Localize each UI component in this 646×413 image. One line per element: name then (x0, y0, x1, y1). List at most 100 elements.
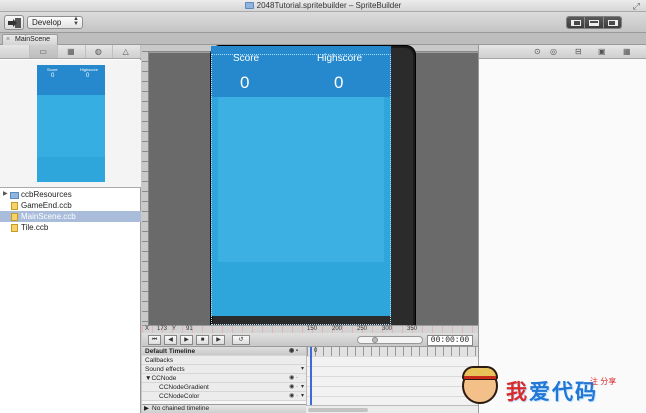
chained-timeline-bar[interactable]: ▶ No chained timeline (142, 404, 306, 413)
warning-icon: △ (122, 47, 129, 56)
timeline-playhead[interactable] (310, 347, 312, 413)
inspector-tab-properties[interactable]: ⊙ (530, 48, 545, 56)
timeline-row-label: CCNodeGradient (159, 384, 209, 391)
inspector-tab-code[interactable]: ◎ (550, 48, 557, 56)
file-item-tile[interactable]: Tile.ccb (0, 222, 141, 233)
chevron-down-icon[interactable]: ▾ (301, 383, 304, 392)
preview-score-value: 0 (51, 73, 55, 79)
watermark-hat-band (464, 376, 496, 379)
preview-score-label: Score (47, 67, 58, 72)
target-select[interactable]: Develop ▲ ▼ (27, 16, 83, 29)
timeline-time-display[interactable]: 00:00:00 (427, 335, 473, 346)
left-panel-tab-warnings[interactable]: △ (113, 45, 141, 58)
project-folder-icon (244, 2, 254, 9)
inspector-tab-components[interactable]: ⊟ (575, 48, 582, 56)
publish-icon (8, 18, 21, 28)
grid-icon: ▦ (67, 47, 75, 56)
timeline-row-label: CCNodeColor (159, 393, 200, 400)
jump-to-start-button[interactable]: ⏮ (148, 335, 161, 345)
file-name: ccbResources (21, 190, 72, 199)
stop-button[interactable]: ■ (196, 335, 209, 345)
updown-arrows-icon: ▲ ▼ (73, 16, 79, 27)
scene-canvas[interactable]: Score Highscore 0 0 (142, 45, 478, 345)
ruler-tick: 150 (307, 326, 318, 332)
timeline-row-ccnodecolor[interactable]: CCNodeColor ◉ · ▾ (142, 392, 306, 401)
eye-icon[interactable]: ◉ · (289, 383, 298, 392)
timeline-horizontal-scrollbar[interactable] (306, 405, 478, 413)
toggle-left-panel-button[interactable] (567, 17, 586, 28)
ccb-file-icon (11, 202, 18, 210)
preview-highscore-value: 0 (86, 73, 90, 79)
toggle-right-panel-button[interactable] (603, 17, 621, 28)
left-panel-tab-tileless[interactable]: ▦ (58, 45, 86, 58)
watermark-logo: 我爱代码 注 分享 (462, 366, 646, 413)
preview-grid (37, 95, 105, 157)
preview-thumbnail: Score Highscore 0 0 (37, 65, 105, 182)
folder-icon: ▭ (39, 47, 47, 56)
file-item-mainscene[interactable]: MainScene.ccb (0, 211, 141, 222)
timeline-row-label: Sound effects (145, 366, 185, 373)
timeline-row-ccnodegradient[interactable]: CCNodeGradient ◉ · ▾ (142, 383, 306, 392)
vertical-ruler (142, 52, 149, 325)
inspector-tab-fonts[interactable]: ▦ (623, 48, 631, 56)
timeline-panel: Default Timeline ◉ ▪ Callbacks Sound eff… (142, 347, 479, 413)
publish-button[interactable] (4, 15, 24, 30)
loop-button[interactable]: ↺ (232, 335, 250, 345)
eye-icon[interactable]: ◉ · (289, 392, 298, 401)
bottom-panel-icon (589, 20, 600, 26)
step-forward-button[interactable]: ▶ (212, 335, 225, 345)
tab-mainscene[interactable]: × MainScene (2, 34, 58, 45)
file-preview: Score Highscore 0 0 (0, 60, 141, 188)
disclosure-triangle-icon[interactable]: ▶ (3, 189, 8, 200)
left-panel-tab-blank (0, 45, 30, 58)
selection-outline (211, 54, 391, 325)
timeline-ruler[interactable]: 0 (307, 347, 479, 356)
inspector-tabs: ⊙ ◎ ⊟ ▣ ▦ (479, 45, 646, 59)
timeline-row-ccnode[interactable]: ▼CCNode ◉ · (142, 374, 306, 383)
timeline-row-sound-effects[interactable]: Sound effects ▾ (142, 365, 306, 374)
scrollbar-thumb[interactable] (308, 408, 368, 412)
close-tab-icon[interactable]: × (6, 35, 10, 45)
toggle-bottom-panel-button[interactable] (585, 17, 604, 28)
right-panel-icon (607, 20, 618, 26)
tab-label: MainScene (15, 36, 51, 43)
file-item-ccbresources[interactable]: ▶ ccbResources (0, 189, 141, 200)
timeline-ruler-start: 0 (314, 348, 318, 354)
play-button[interactable]: ▶ (180, 335, 193, 345)
timeline-row-callbacks[interactable]: Callbacks (142, 356, 306, 365)
chevron-down-icon[interactable]: ▾ (301, 365, 304, 374)
fullscreen-icon[interactable]: ⤢ (633, 0, 640, 12)
x-label: X (145, 326, 150, 332)
file-item-gameend[interactable]: GameEnd.ccb (0, 200, 141, 211)
component-icon: ◍ (94, 47, 102, 56)
window-title: 2048Tutorial.spritebuilder – SpriteBuild… (256, 1, 402, 10)
timeline-track-area[interactable]: 0 (306, 347, 479, 413)
window-titlebar: 2048Tutorial.spritebuilder – SpriteBuild… (0, 0, 646, 12)
timeline-scale-slider[interactable] (357, 336, 423, 344)
left-panel: ▭ ▦ ◍ △ Score Highscore 0 0 ▶ ccbResourc… (0, 45, 141, 413)
timeline-header-row[interactable]: Default Timeline ◉ ▪ (142, 347, 306, 356)
ccb-file-icon (11, 224, 18, 232)
watermark-text: 我爱代码 (506, 379, 598, 404)
folder-icon (10, 192, 19, 199)
timeline-row-label: Callbacks (145, 357, 174, 364)
disclosure-triangle-icon[interactable]: ▶ (144, 405, 149, 413)
step-back-button[interactable]: ◀ (164, 335, 177, 345)
y-value: 91 (186, 326, 193, 332)
left-panel-tab-components[interactable]: ◍ (86, 45, 114, 58)
eye-icon[interactable]: ◉ · (289, 374, 298, 383)
inspector-panel: ⊙ ◎ ⊟ ▣ ▦ (478, 45, 646, 413)
file-name: MainScene.ccb (21, 212, 76, 221)
toolbar: Develop ▲ ▼ (0, 12, 646, 33)
file-name: GameEnd.ccb (21, 201, 72, 210)
slider-knob[interactable] (372, 337, 378, 343)
left-panel-tab-files[interactable]: ▭ (30, 45, 58, 58)
ccb-file-icon (11, 213, 18, 221)
chevron-down-icon[interactable]: ▾ (301, 392, 304, 401)
ruler-tick: 350 (407, 326, 418, 332)
ruler-tick: 200 (332, 326, 343, 332)
y-label: Y (172, 326, 177, 332)
inspector-tab-images[interactable]: ▣ (598, 48, 606, 56)
ruler-tick: 250 (357, 326, 368, 332)
left-panel-icon (571, 20, 581, 26)
